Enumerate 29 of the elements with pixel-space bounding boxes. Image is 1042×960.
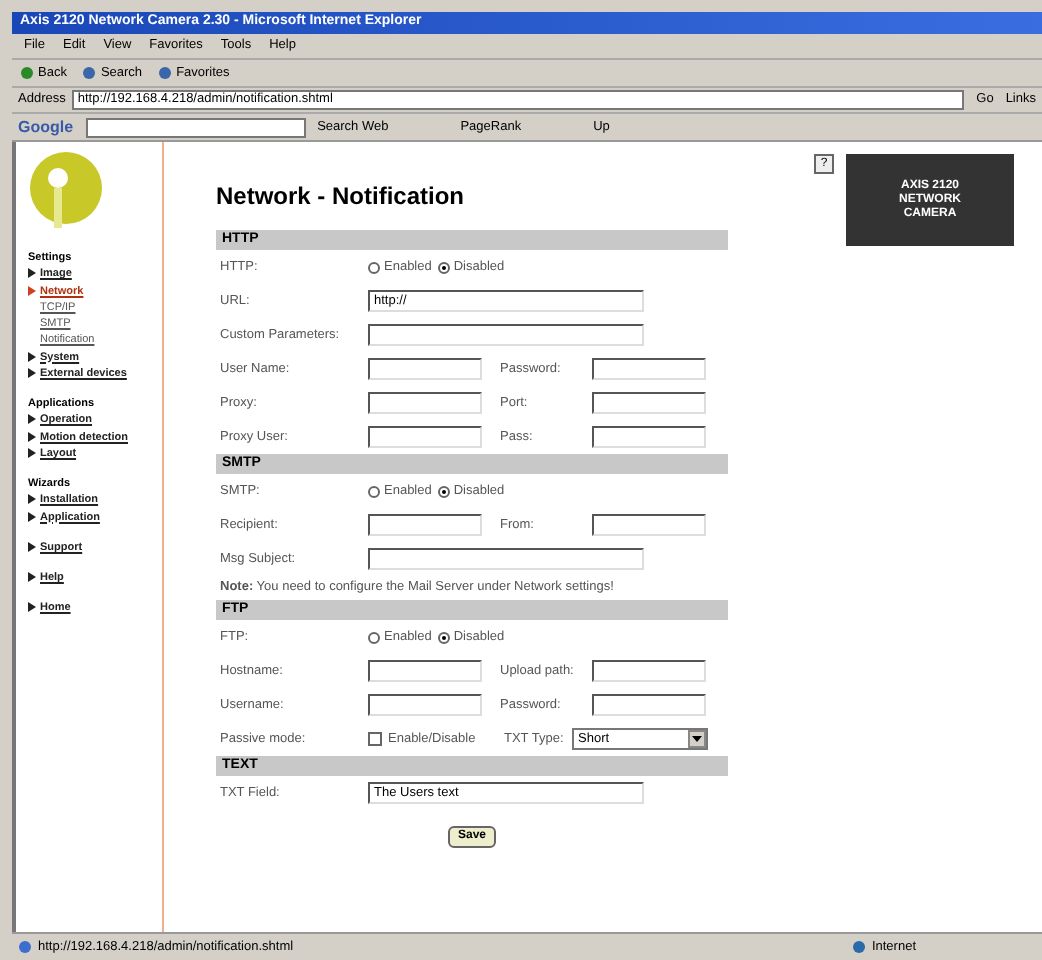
google-search-field[interactable] (85, 117, 306, 137)
google-logo: Google (18, 115, 74, 139)
input-field[interactable] (592, 358, 706, 380)
input-field[interactable] (592, 660, 706, 682)
logo-icon (28, 150, 104, 230)
input-field[interactable] (592, 694, 706, 716)
radio-button[interactable] (368, 631, 380, 643)
radio-button[interactable] (437, 261, 450, 273)
input-field[interactable] (368, 514, 482, 536)
input-field[interactable] (368, 548, 644, 570)
radio-button[interactable] (437, 631, 450, 643)
input-field[interactable] (592, 426, 706, 448)
input-field[interactable] (368, 324, 644, 346)
dropdown-arrow-icon (688, 730, 706, 748)
input-field[interactable] (368, 660, 482, 682)
input-field[interactable] (592, 514, 706, 536)
input-field[interactable] (368, 358, 482, 380)
radio-button[interactable] (437, 485, 450, 497)
radio-button[interactable] (368, 485, 380, 497)
arrow-icon (28, 541, 36, 552)
input-field[interactable] (368, 426, 482, 448)
input-field[interactable] (368, 694, 482, 716)
input-field[interactable] (592, 392, 706, 414)
page-title: Network - Notification (216, 180, 465, 214)
arrow-icon (28, 602, 36, 613)
checkbox[interactable] (368, 732, 382, 746)
radio-button[interactable] (368, 261, 380, 273)
arrow-icon (28, 572, 36, 582)
input-field[interactable] (368, 392, 482, 414)
